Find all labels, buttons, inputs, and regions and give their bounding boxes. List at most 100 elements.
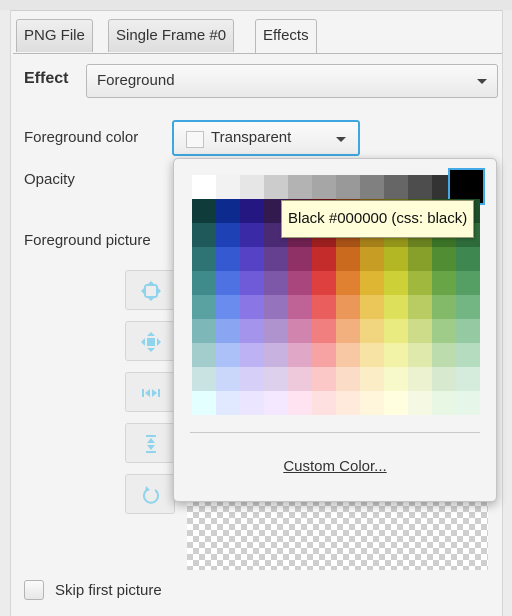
color-swatch[interactable]: [408, 295, 432, 319]
color-swatch[interactable]: [432, 271, 456, 295]
effect-combobox[interactable]: Foreground: [86, 64, 498, 98]
color-swatch[interactable]: [216, 247, 240, 271]
color-swatch[interactable]: [288, 175, 312, 199]
color-swatch[interactable]: [192, 247, 216, 271]
color-swatch[interactable]: [288, 391, 312, 415]
color-swatch[interactable]: [264, 391, 288, 415]
color-picker-button[interactable]: Transparent: [172, 120, 360, 156]
color-swatch[interactable]: [336, 367, 360, 391]
color-swatch[interactable]: [336, 247, 360, 271]
color-swatch[interactable]: [456, 319, 480, 343]
color-swatch[interactable]: [264, 295, 288, 319]
color-swatch[interactable]: [240, 343, 264, 367]
color-swatch[interactable]: [216, 319, 240, 343]
color-swatch[interactable]: [264, 271, 288, 295]
color-swatch[interactable]: [408, 247, 432, 271]
color-swatch[interactable]: [336, 175, 360, 199]
color-swatch[interactable]: [240, 271, 264, 295]
color-swatch[interactable]: [432, 247, 456, 271]
color-swatch[interactable]: [264, 319, 288, 343]
color-swatch[interactable]: [384, 295, 408, 319]
color-swatch[interactable]: [288, 295, 312, 319]
color-swatch[interactable]: [264, 343, 288, 367]
color-swatch[interactable]: [456, 295, 480, 319]
color-swatch[interactable]: [312, 295, 336, 319]
color-swatch[interactable]: [192, 175, 216, 199]
color-swatch[interactable]: [312, 319, 336, 343]
tab-single-frame[interactable]: Single Frame #0: [108, 19, 235, 52]
color-swatch[interactable]: [288, 367, 312, 391]
color-swatch[interactable]: [216, 343, 240, 367]
color-swatch[interactable]: [360, 367, 384, 391]
color-swatch[interactable]: [456, 343, 480, 367]
color-swatch[interactable]: [216, 175, 240, 199]
color-swatch[interactable]: [240, 223, 264, 247]
color-swatch[interactable]: [192, 271, 216, 295]
color-swatch[interactable]: [264, 367, 288, 391]
color-swatch[interactable]: [216, 223, 240, 247]
color-swatch[interactable]: [360, 175, 384, 199]
color-swatch[interactable]: [288, 271, 312, 295]
color-swatch[interactable]: [192, 391, 216, 415]
color-swatch[interactable]: [360, 319, 384, 343]
color-swatch[interactable]: [288, 319, 312, 343]
color-swatch[interactable]: [240, 367, 264, 391]
color-swatch[interactable]: [432, 295, 456, 319]
color-swatch[interactable]: [192, 199, 216, 223]
color-swatch[interactable]: [240, 295, 264, 319]
color-swatch[interactable]: [384, 247, 408, 271]
color-swatch[interactable]: [408, 343, 432, 367]
color-swatch[interactable]: [240, 199, 264, 223]
color-swatch[interactable]: [312, 271, 336, 295]
color-swatch[interactable]: [192, 367, 216, 391]
color-swatch[interactable]: [408, 319, 432, 343]
color-swatch[interactable]: [336, 295, 360, 319]
color-swatch[interactable]: [360, 391, 384, 415]
rotate-button[interactable]: [125, 474, 175, 514]
fit-width-button[interactable]: [125, 372, 175, 412]
color-swatch[interactable]: [360, 295, 384, 319]
color-swatch[interactable]: [336, 343, 360, 367]
skip-first-picture-checkbox[interactable]: [24, 580, 44, 600]
color-swatch[interactable]: [408, 391, 432, 415]
fit-height-button[interactable]: [125, 423, 175, 463]
fit-move-button[interactable]: [125, 321, 175, 361]
color-swatch[interactable]: [432, 391, 456, 415]
color-swatch[interactable]: [216, 391, 240, 415]
color-swatch[interactable]: [216, 367, 240, 391]
color-swatch[interactable]: [216, 199, 240, 223]
color-swatch[interactable]: [456, 247, 480, 271]
color-swatch[interactable]: [360, 247, 384, 271]
color-swatch[interactable]: [216, 271, 240, 295]
color-swatch[interactable]: [408, 271, 432, 295]
color-swatch[interactable]: [312, 391, 336, 415]
color-swatch[interactable]: [456, 367, 480, 391]
color-swatch[interactable]: [384, 319, 408, 343]
color-swatch[interactable]: [192, 319, 216, 343]
color-swatch[interactable]: [432, 343, 456, 367]
color-swatch[interactable]: [192, 223, 216, 247]
color-swatch[interactable]: [192, 295, 216, 319]
color-swatch[interactable]: [288, 343, 312, 367]
color-swatch[interactable]: [336, 271, 360, 295]
color-swatch[interactable]: [456, 271, 480, 295]
color-swatch[interactable]: [384, 343, 408, 367]
color-swatch[interactable]: [432, 367, 456, 391]
color-swatch[interactable]: [432, 319, 456, 343]
color-swatch[interactable]: [288, 247, 312, 271]
color-swatch[interactable]: [312, 175, 336, 199]
color-swatch[interactable]: [384, 175, 408, 199]
color-swatch[interactable]: [336, 319, 360, 343]
color-swatch[interactable]: [408, 367, 432, 391]
color-swatch[interactable]: [336, 391, 360, 415]
color-swatch[interactable]: [384, 367, 408, 391]
color-swatch[interactable]: [312, 343, 336, 367]
color-swatch[interactable]: [264, 247, 288, 271]
color-swatch[interactable]: [360, 343, 384, 367]
color-swatch[interactable]: [408, 175, 432, 199]
custom-color-link[interactable]: Custom Color...: [174, 458, 496, 475]
color-swatch[interactable]: [264, 175, 288, 199]
tab-png-file[interactable]: PNG File: [16, 19, 93, 52]
color-swatch[interactable]: [240, 175, 264, 199]
color-swatch[interactable]: [192, 343, 216, 367]
